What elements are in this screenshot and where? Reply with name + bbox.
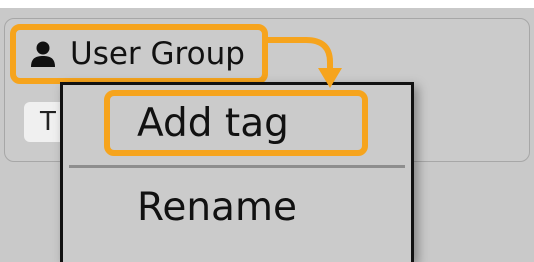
context-menu: Add tag Rename xyxy=(60,82,414,262)
user-group-header[interactable]: User Group xyxy=(10,24,268,84)
menu-item-rename[interactable]: Rename xyxy=(63,185,411,230)
user-group-label: User Group xyxy=(70,36,245,72)
person-icon xyxy=(30,40,56,68)
menu-item-add-tag[interactable]: Add tag xyxy=(63,101,411,146)
window-top-edge xyxy=(0,0,534,8)
menu-separator xyxy=(69,165,405,168)
tag-chip-label: T xyxy=(40,107,56,137)
